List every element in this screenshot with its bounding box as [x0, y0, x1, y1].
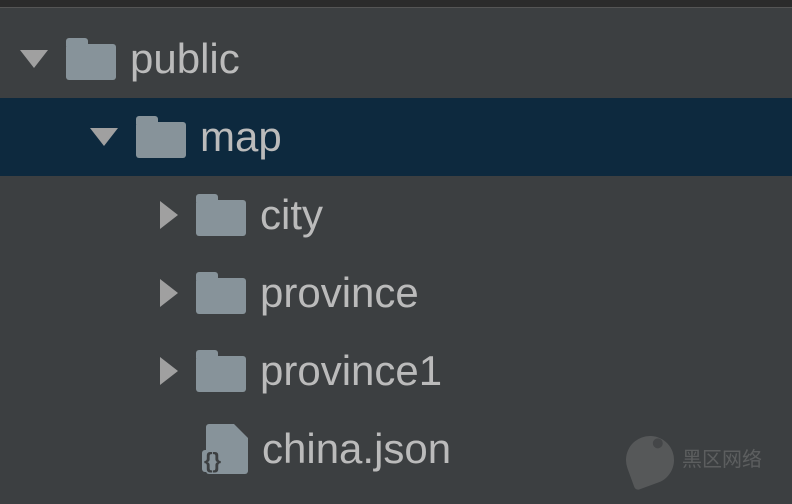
tree-item-label: province — [260, 269, 419, 317]
folder-icon — [196, 272, 246, 314]
watermark-logo-icon — [619, 429, 681, 491]
tree-item-map[interactable]: map — [0, 98, 792, 176]
tree-item-public[interactable]: public — [0, 20, 792, 98]
chevron-right-icon[interactable] — [160, 357, 178, 385]
file-tree: public map city province province1 china… — [0, 8, 792, 488]
folder-icon — [136, 116, 186, 158]
chevron-down-icon[interactable] — [90, 128, 118, 146]
chevron-right-icon[interactable] — [160, 201, 178, 229]
tree-item-province[interactable]: province — [0, 254, 792, 332]
tree-item-province1[interactable]: province1 — [0, 332, 792, 410]
folder-icon — [66, 38, 116, 80]
chevron-right-icon[interactable] — [160, 279, 178, 307]
watermark: 黑区网络 — [626, 436, 762, 484]
tree-item-label: map — [200, 113, 282, 161]
watermark-line1: 黑区网络 — [682, 449, 762, 471]
tree-item-label: province1 — [260, 347, 442, 395]
tree-item-city[interactable]: city — [0, 176, 792, 254]
folder-icon — [196, 350, 246, 392]
chevron-down-icon[interactable] — [20, 50, 48, 68]
watermark-text: 黑区网络 — [682, 449, 762, 471]
top-bar — [0, 0, 792, 8]
folder-icon — [196, 194, 246, 236]
tree-item-label: china.json — [262, 425, 451, 473]
tree-item-label: public — [130, 35, 240, 83]
tree-item-label: city — [260, 191, 323, 239]
json-file-icon — [206, 424, 248, 474]
